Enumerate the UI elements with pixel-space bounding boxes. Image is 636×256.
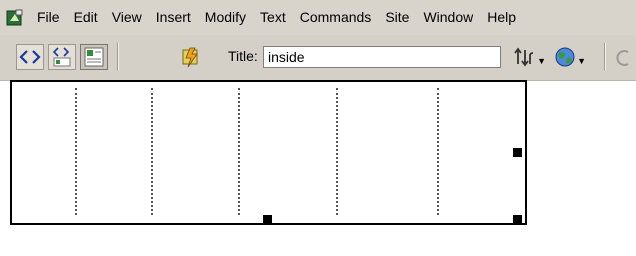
menu-commands[interactable]: Commands [293, 0, 379, 35]
split-view-button[interactable] [48, 44, 76, 70]
preview-button[interactable]: ▼ [552, 44, 588, 70]
resize-handle-bottom[interactable] [263, 215, 272, 224]
layout-table[interactable] [10, 80, 527, 225]
toolbar-separator [117, 43, 118, 71]
menu-bar: File Edit View Insert Modify Text Comman… [0, 0, 636, 35]
live-data-button[interactable] [177, 44, 205, 70]
menu-insert[interactable]: Insert [149, 0, 198, 35]
title-field[interactable] [263, 46, 501, 68]
menu-text[interactable]: Text [253, 0, 293, 35]
menu-file-label: File [37, 9, 60, 25]
menu-view-label: View [111, 9, 142, 25]
menu-help-label: Help [487, 9, 517, 25]
refresh-icon [616, 50, 629, 66]
menu-site-label: Site [385, 9, 410, 25]
live-data-icon [182, 47, 198, 68]
resize-handle-right[interactable] [513, 148, 522, 157]
column-divider [238, 88, 240, 215]
code-view-button[interactable] [16, 44, 44, 70]
file-management-button[interactable]: ▼ [512, 44, 548, 70]
menu-text-label: Text [260, 9, 286, 25]
design-view-icon [84, 47, 104, 67]
column-divider [75, 88, 77, 215]
document-toolbar: Title: ▼ ▼ [0, 35, 636, 81]
menu-help[interactable]: Help [480, 0, 523, 35]
dropdown-arrow-icon: ▼ [537, 56, 546, 66]
column-divider [336, 88, 338, 215]
menu-site[interactable]: Site [378, 0, 416, 35]
refresh-button[interactable] [614, 46, 636, 70]
column-divider [151, 88, 153, 215]
menu-view[interactable]: View [105, 0, 149, 35]
menu-modify-label: Modify [204, 9, 247, 25]
menu-edit[interactable]: Edit [67, 0, 105, 35]
resize-handle-corner[interactable] [513, 215, 522, 224]
menu-insert-label: Insert [155, 9, 191, 25]
dreamweaver-icon [6, 9, 24, 27]
toolbar-separator [604, 43, 605, 71]
menu-commands-label: Commands [299, 9, 372, 25]
menu-window-label: Window [423, 9, 474, 25]
design-view-button[interactable] [80, 44, 108, 70]
menu-file[interactable]: File [30, 0, 67, 35]
split-view-icon [52, 47, 71, 67]
title-label: Title: [228, 48, 258, 64]
column-divider [437, 88, 439, 215]
menu-modify[interactable]: Modify [198, 0, 253, 35]
code-view-icon [19, 50, 41, 64]
menu-window[interactable]: Window [416, 0, 480, 35]
dropdown-arrow-icon: ▼ [577, 56, 586, 66]
menu-edit-label: Edit [73, 9, 98, 25]
